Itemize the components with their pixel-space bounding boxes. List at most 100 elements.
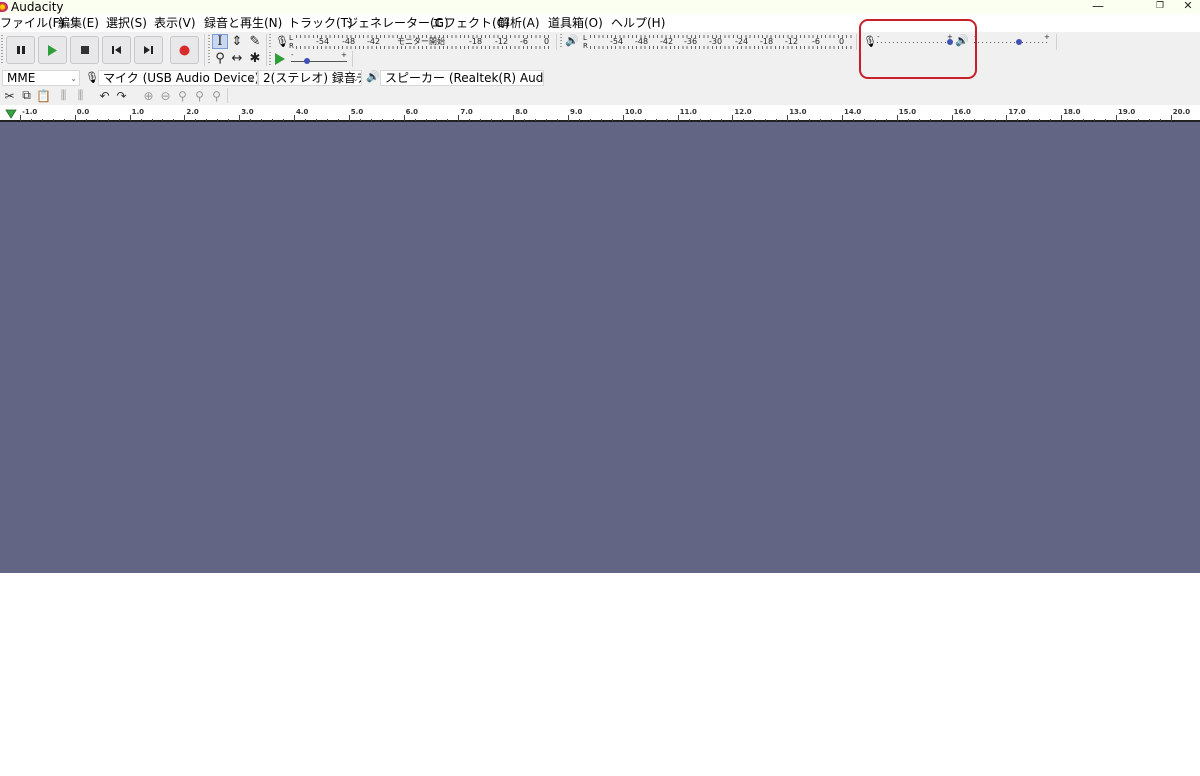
record-meter-mic-button[interactable]: 🎙 — [275, 35, 289, 48]
ruler-major-tick — [951, 115, 953, 121]
stop-button[interactable] — [70, 36, 99, 64]
ruler-minor-tick — [425, 119, 427, 121]
ruler-tick-label: 4.0 — [296, 108, 309, 116]
ruler-minor-tick — [885, 119, 887, 121]
undo-button[interactable]: ↶ — [97, 88, 112, 103]
playback-device-select[interactable]: スピーカー (Realtek(R) Audio) ⌄ — [380, 70, 544, 86]
skip-to-end-button[interactable] — [134, 36, 163, 64]
playback-volume-thumb[interactable] — [1016, 39, 1022, 45]
ruler-minor-tick — [272, 119, 274, 121]
menu-tools[interactable]: 道具箱(O) — [548, 16, 603, 30]
play-at-speed-button[interactable] — [274, 53, 286, 68]
ruler-minor-tick — [940, 119, 942, 121]
envelope-tool-button[interactable]: ⇕ — [229, 34, 245, 49]
playback-meter-grip[interactable] — [560, 34, 562, 48]
ruler-minor-tick — [107, 119, 109, 121]
ruler-minor-tick — [798, 119, 800, 121]
ruler-minor-tick — [63, 119, 65, 121]
menu-tracks[interactable]: トラック(T) — [288, 16, 353, 30]
ruler-minor-tick — [162, 119, 164, 121]
cut-button[interactable]: ✂ — [2, 88, 17, 103]
record-meter-grip[interactable] — [269, 34, 271, 48]
silence-button[interactable]: ⫼ — [73, 88, 88, 103]
playback-speed-thumb[interactable] — [303, 58, 310, 64]
fit-project-button[interactable]: ⚲ — [192, 88, 207, 103]
zoom-in-button[interactable]: ⊕ — [141, 88, 156, 103]
ruler-major-tick — [677, 115, 679, 121]
zoom-tool-icon: ⚲ — [215, 51, 225, 66]
recording-device-select[interactable]: マイク (USB Audio Device) ⌄ — [98, 70, 258, 86]
ruler-minor-tick — [502, 119, 504, 121]
ruler-minor-tick — [436, 119, 438, 121]
playback-volume-slider[interactable] — [974, 38, 1050, 46]
menu-view[interactable]: 表示(V) — [154, 16, 196, 30]
ruler-minor-tick — [1094, 119, 1096, 121]
ruler-minor-tick — [118, 119, 120, 121]
ruler-minor-tick — [414, 119, 416, 121]
ruler-minor-tick — [283, 119, 285, 121]
selection-tool-button[interactable]: I — [212, 34, 228, 49]
transport-toolbar-grip[interactable] — [1, 35, 3, 65]
ruler-minor-tick — [666, 119, 668, 121]
trim-icon: ⫼ — [60, 88, 67, 102]
ruler-minor-tick — [633, 119, 635, 121]
minimize-button[interactable]: — — [1078, 0, 1118, 14]
ruler-minor-tick — [206, 119, 208, 121]
ruler-minor-tick — [250, 119, 252, 121]
fit-selection-button[interactable]: ⚲ — [175, 88, 190, 103]
zoom-toggle-button[interactable]: ⚲ — [209, 88, 224, 103]
paste-button[interactable]: 📋 — [36, 88, 51, 103]
ruler-major-tick — [1061, 115, 1063, 121]
playback-speed-slider[interactable] — [291, 57, 347, 65]
play-button[interactable] — [38, 36, 67, 64]
time-shift-tool-button[interactable]: ↔ — [229, 51, 245, 66]
copy-button[interactable]: ⧉ — [19, 88, 34, 103]
track-panel[interactable] — [0, 122, 1200, 573]
paste-icon: 📋 — [36, 88, 51, 103]
recording-channels-select[interactable]: 2(ステレオ) 録音チ ⌄ — [258, 70, 362, 86]
menu-edit[interactable]: 編集(E) — [58, 16, 99, 30]
menu-transport[interactable]: 録音と再生(N) — [204, 16, 282, 30]
ruler-major-tick — [787, 115, 789, 121]
tools-toolbar-grip[interactable] — [208, 35, 210, 65]
multi-tool-button[interactable]: ✱ — [247, 51, 263, 66]
playback-meter-speaker-button[interactable]: 🔊 — [565, 34, 579, 47]
draw-tool-button[interactable]: ✎ — [247, 34, 263, 49]
skip-to-start-button[interactable] — [102, 36, 131, 64]
ruler-minor-tick — [30, 119, 32, 121]
playback-meter-right-label: R — [583, 42, 588, 50]
zoom-tool-button[interactable]: ⚲ — [212, 51, 228, 66]
play-at-speed-grip[interactable] — [269, 52, 271, 66]
timeline-options-button[interactable] — [5, 108, 17, 122]
menu-file[interactable]: ファイル(F) — [0, 16, 64, 30]
ruler-minor-tick — [1083, 119, 1085, 121]
record-meter-ticks-bottom — [296, 46, 550, 49]
redo-icon: ↷ — [116, 88, 127, 103]
menu-help[interactable]: ヘルプ(H) — [611, 16, 665, 30]
menu-analyze[interactable]: 解析(A) — [498, 16, 540, 30]
fit-selection-icon: ⚲ — [178, 88, 187, 103]
ruler-minor-tick — [228, 119, 230, 121]
ruler-minor-tick — [326, 119, 328, 121]
zoom-out-button[interactable]: ⊖ — [158, 88, 173, 103]
close-button[interactable]: ✕ — [1168, 0, 1200, 14]
record-button[interactable] — [170, 36, 199, 64]
ruler-minor-tick — [1126, 119, 1128, 121]
ruler-tick-label: 6.0 — [405, 108, 418, 116]
audio-host-select[interactable]: MME ⌄ — [2, 70, 80, 86]
redo-button[interactable]: ↷ — [114, 88, 129, 103]
trim-button[interactable]: ⫼ — [56, 88, 71, 103]
recording-device-value: マイク (USB Audio Device) — [103, 71, 258, 85]
ruler-minor-tick — [1039, 119, 1041, 121]
toolbar-separator — [352, 51, 353, 67]
ruler-major-tick — [568, 115, 569, 121]
ruler-minor-tick — [96, 119, 98, 121]
ruler-minor-tick — [809, 119, 811, 121]
ruler-minor-tick — [381, 119, 383, 121]
ruler-minor-tick — [491, 119, 493, 121]
ruler-minor-tick — [1017, 119, 1019, 121]
pause-button[interactable] — [6, 36, 35, 64]
ruler-minor-tick — [776, 119, 778, 121]
menu-select[interactable]: 選択(S) — [106, 16, 147, 30]
ruler-minor-tick — [743, 119, 745, 121]
